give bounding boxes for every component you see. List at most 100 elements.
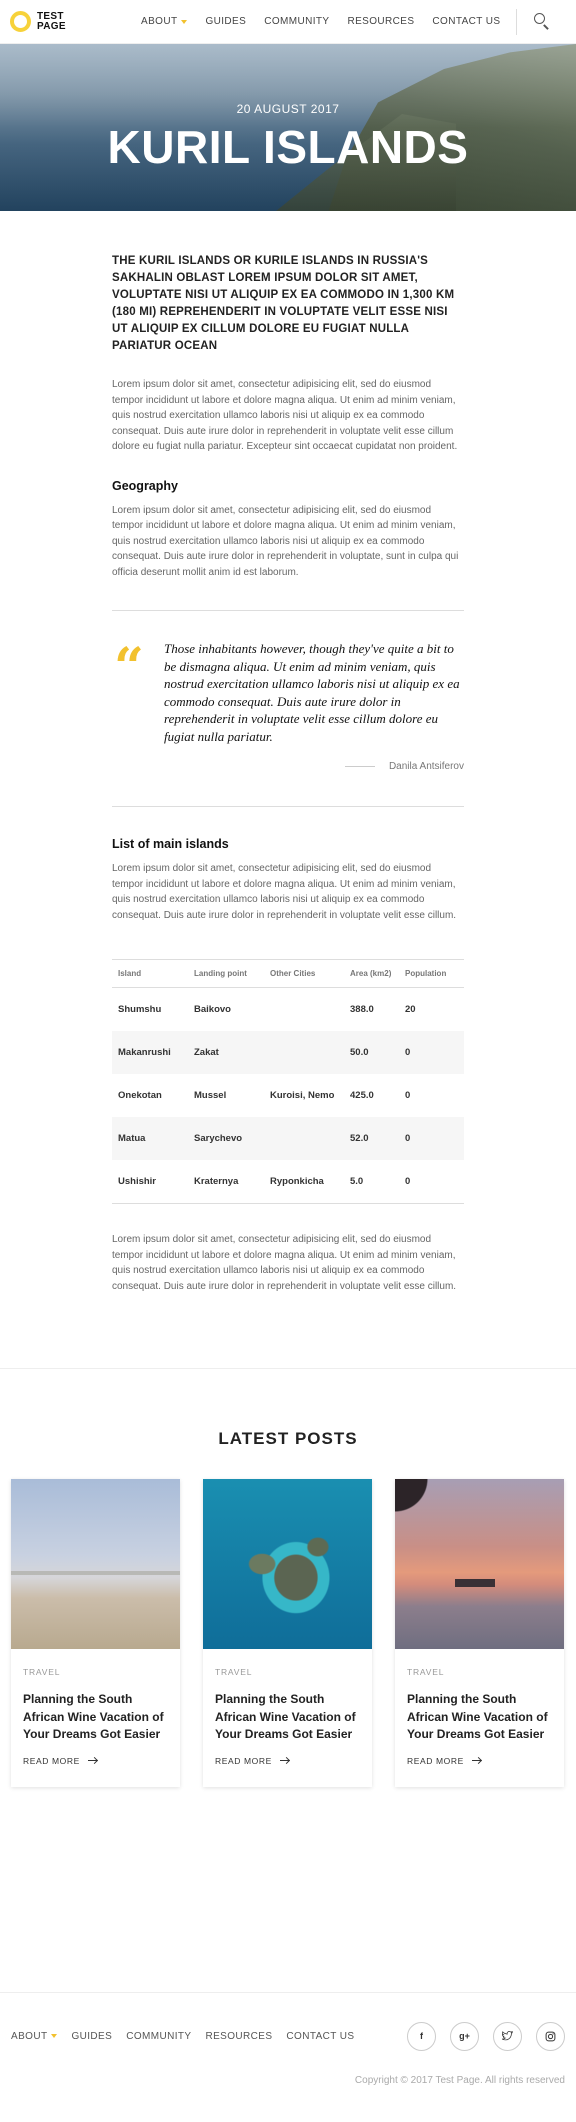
read-more-label: READ MORE bbox=[407, 1755, 464, 1766]
table-row: Ushishir Kraternya Ryponkicha 5.0 0 bbox=[112, 1160, 464, 1204]
quote-top-divider bbox=[112, 610, 464, 611]
search-button[interactable] bbox=[531, 10, 555, 34]
nav-resources[interactable]: RESOURCES bbox=[338, 16, 423, 27]
post-title[interactable]: Planning the South African Wine Vacation… bbox=[407, 1691, 552, 1744]
cell-landing-point: Kraternya bbox=[194, 1176, 239, 1187]
cell-area: 52.0 bbox=[350, 1133, 369, 1144]
cell-island: Matua bbox=[118, 1133, 146, 1144]
logo[interactable]: TEST PAGE bbox=[10, 11, 77, 32]
footer-row: ABOUT GUIDES COMMUNITY RESOURCES CONTACT… bbox=[0, 1993, 576, 2079]
quote-author-name: Danila Antsiferov bbox=[388, 761, 464, 772]
col-area: Area (km2) bbox=[350, 969, 392, 978]
geography-heading: Geography bbox=[112, 478, 178, 493]
islands-heading: List of main islands bbox=[112, 837, 229, 851]
cell-other-cities bbox=[264, 988, 344, 1032]
article-paragraph: Lorem ipsum dolor sit amet, consectetur … bbox=[112, 379, 458, 452]
table-row: Shumshu Baikovo 388.0 20 bbox=[112, 988, 464, 1032]
col-other-cities: Other Cities bbox=[270, 969, 316, 978]
cell-landing-point: Baikovo bbox=[194, 1004, 231, 1015]
cell-population: 0 bbox=[405, 1047, 411, 1058]
post-card[interactable]: TRAVEL Planning the South African Wine V… bbox=[11, 1479, 180, 1787]
table-row: Matua Sarychevo 52.0 0 bbox=[112, 1117, 464, 1160]
article: THE KURIL ISLANDS OR KURILE ISLANDS IN R… bbox=[112, 253, 464, 1294]
nav-contact[interactable]: CONTACT US bbox=[423, 16, 509, 27]
post-card-body: TRAVEL Planning the South African Wine V… bbox=[11, 1649, 180, 1766]
cell-island: Onekotan bbox=[118, 1090, 162, 1101]
cell-area: 425.0 bbox=[350, 1090, 374, 1101]
col-population: Population bbox=[405, 969, 447, 978]
table-row: Onekotan Mussel Kuroisi, Nemo 425.0 0 bbox=[112, 1074, 464, 1117]
col-island: Island bbox=[118, 969, 142, 978]
cell-area: 5.0 bbox=[350, 1176, 364, 1187]
hero-date: 20 AUGUST 2017 bbox=[236, 102, 340, 116]
author-dash bbox=[344, 766, 375, 767]
arrow-right-icon bbox=[279, 1756, 290, 1765]
cell-other-cities: Kuroisi, Nemo bbox=[270, 1090, 335, 1101]
post-card[interactable]: TRAVEL Planning the South African Wine V… bbox=[203, 1479, 372, 1787]
footer-nav-community[interactable]: COMMUNITY bbox=[126, 2031, 191, 2042]
cell-landing-point: Sarychevo bbox=[194, 1133, 243, 1144]
google-plus-icon[interactable]: g+ bbox=[450, 2021, 479, 2051]
post-cards: TRAVEL Planning the South African Wine V… bbox=[0, 1479, 576, 1787]
footer-nav-contact[interactable]: CONTACT US bbox=[286, 2031, 354, 2042]
post-category[interactable]: TRAVEL bbox=[23, 1667, 168, 1677]
logo-ring-icon bbox=[10, 11, 31, 32]
instagram-icon[interactable] bbox=[536, 2021, 565, 2051]
read-more-link[interactable]: READ MORE bbox=[215, 1756, 360, 1766]
geography-paragraph: Lorem ipsum dolor sit amet, consectetur … bbox=[112, 504, 459, 578]
cell-landing-point: Zakat bbox=[194, 1047, 219, 1058]
post-category[interactable]: TRAVEL bbox=[215, 1667, 360, 1677]
post-card-body: TRAVEL Planning the South African Wine V… bbox=[395, 1649, 564, 1766]
site-footer: ABOUT GUIDES COMMUNITY RESOURCES CONTACT… bbox=[0, 1992, 576, 2086]
article-lead: THE KURIL ISLANDS OR KURILE ISLANDS IN R… bbox=[112, 255, 455, 352]
cell-area: 50.0 bbox=[350, 1047, 369, 1058]
post-image-islands[interactable] bbox=[203, 1479, 372, 1649]
footer-nav-guides[interactable]: GUIDES bbox=[71, 2031, 112, 2042]
post-image-beach[interactable] bbox=[11, 1479, 180, 1649]
col-landing-point: Landing point bbox=[194, 969, 247, 978]
quote-mark-icon: “ bbox=[114, 637, 144, 698]
site-header: TEST PAGE ABOUT GUIDES COMMUNITY RESOURC… bbox=[0, 0, 576, 44]
nav-guides[interactable]: GUIDES bbox=[196, 16, 255, 27]
islands-paragraph: Lorem ipsum dolor sit amet, consectetur … bbox=[112, 863, 457, 921]
hero-banner: 20 AUGUST 2017 KURIL ISLANDS bbox=[0, 44, 576, 211]
nav-about[interactable]: ABOUT bbox=[132, 16, 196, 27]
quote-bottom-divider bbox=[112, 806, 464, 807]
quote-author: Danila Antsiferov bbox=[112, 761, 464, 772]
post-card[interactable]: TRAVEL Planning the South African Wine V… bbox=[395, 1479, 564, 1787]
nav-community[interactable]: COMMUNITY bbox=[255, 16, 338, 27]
cell-island: Ushishir bbox=[118, 1176, 157, 1187]
cell-population: 0 bbox=[405, 1090, 411, 1101]
nav-about-label: ABOUT bbox=[141, 16, 178, 27]
cell-other-cities bbox=[264, 1117, 344, 1160]
table-row: Makanrushi Zakat 50.0 0 bbox=[112, 1031, 464, 1074]
caret-down-icon bbox=[181, 19, 188, 24]
search-icon-handle bbox=[542, 23, 549, 30]
footer-nav-about-label: ABOUT bbox=[11, 2030, 48, 2042]
cell-island: Shumshu bbox=[118, 1004, 162, 1015]
post-title[interactable]: Planning the South African Wine Vacation… bbox=[215, 1691, 360, 1744]
closing-paragraph: Lorem ipsum dolor sit amet, consectetur … bbox=[112, 1234, 457, 1292]
read-more-link[interactable]: READ MORE bbox=[407, 1756, 552, 1766]
footer-nav-resources[interactable]: RESOURCES bbox=[205, 2031, 272, 2042]
footer-nav-about[interactable]: ABOUT bbox=[11, 2030, 58, 2042]
quote-text: Those inhabitants however, though they'v… bbox=[164, 641, 460, 744]
latest-posts-section: LATEST POSTS TRAVEL Planning the South A… bbox=[0, 1368, 576, 1787]
cell-population: 0 bbox=[405, 1133, 411, 1144]
nav-divider bbox=[515, 8, 517, 35]
post-image-sunset[interactable] bbox=[395, 1479, 564, 1649]
read-more-link[interactable]: READ MORE bbox=[23, 1756, 168, 1766]
blockquote: “ Those inhabitants however, though they… bbox=[112, 610, 464, 807]
cell-area: 388.0 bbox=[350, 1004, 374, 1015]
latest-posts-heading: LATEST POSTS bbox=[218, 1429, 358, 1448]
twitter-icon[interactable] bbox=[493, 2021, 522, 2051]
facebook-icon[interactable]: f bbox=[407, 2021, 436, 2051]
search-icon bbox=[533, 12, 545, 24]
arrow-right-icon bbox=[471, 1756, 482, 1765]
post-title[interactable]: Planning the South African Wine Vacation… bbox=[23, 1691, 168, 1744]
arrow-right-icon bbox=[87, 1756, 98, 1765]
post-category[interactable]: TRAVEL bbox=[407, 1667, 552, 1677]
post-card-body: TRAVEL Planning the South African Wine V… bbox=[203, 1649, 372, 1766]
table-header-row: Island Landing point Other Cities Area (… bbox=[112, 959, 464, 988]
caret-down-icon bbox=[51, 2034, 58, 2038]
